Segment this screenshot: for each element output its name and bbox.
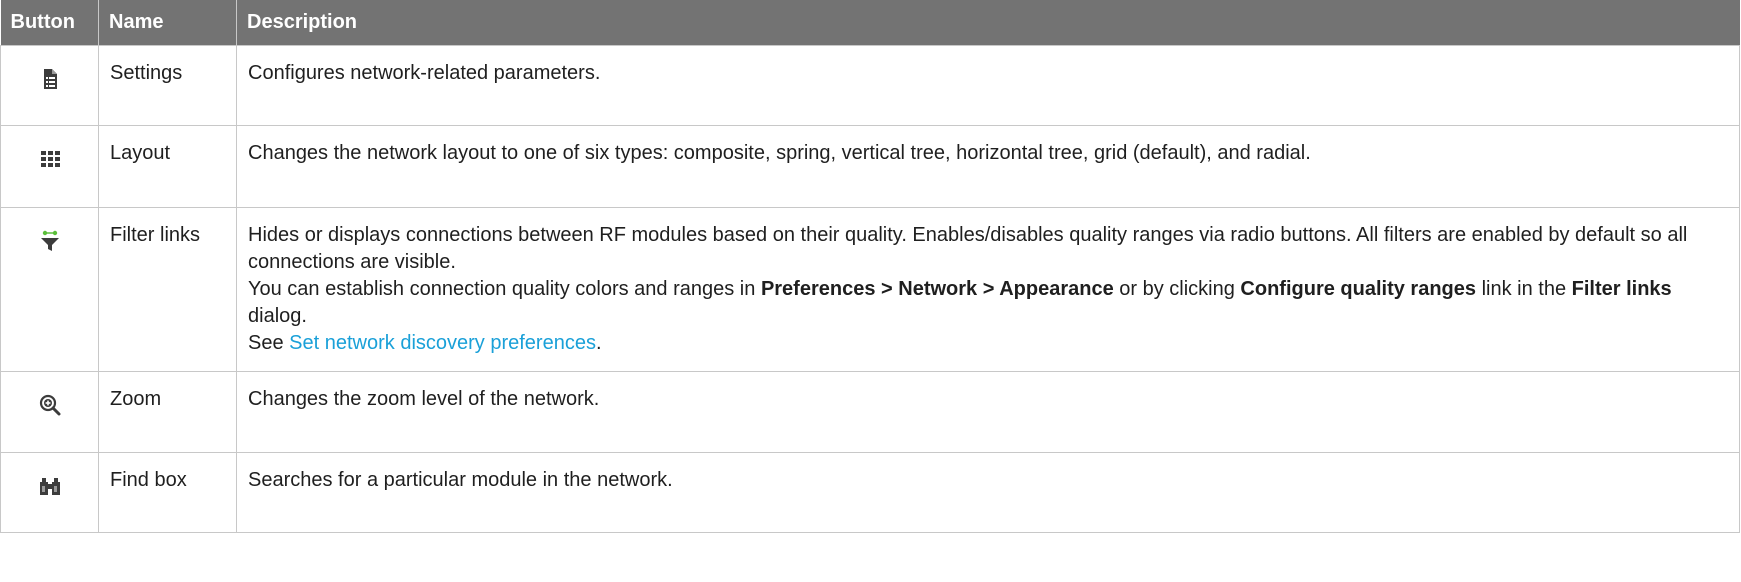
table-row: Layout Changes the network layout to one…: [0, 125, 1740, 208]
description-text: dialog.: [248, 305, 307, 327]
settings-document-icon: [37, 66, 63, 92]
description-text: or by clicking: [1113, 278, 1241, 300]
table-row: Filter links Hides or displays connectio…: [0, 207, 1740, 372]
header-description: Description: [236, 0, 1740, 46]
description-text: link in the: [1476, 278, 1572, 300]
filter-funnel-icon: [37, 228, 63, 254]
menu-path: Preferences > Network > Appearance: [760, 278, 1114, 300]
description-cell: Changes the network layout to one of six…: [236, 125, 1740, 208]
name-cell: Settings: [98, 45, 237, 126]
header-button: Button: [0, 0, 99, 46]
header-name: Name: [98, 0, 237, 46]
toolbar-buttons-table: Button Name Description Settings Configu…: [0, 0, 1740, 533]
button-cell: [0, 371, 99, 453]
button-cell: [0, 452, 99, 533]
button-cell: [0, 125, 99, 208]
name-cell: Zoom: [98, 371, 237, 453]
configure-link-label: Configure quality ranges: [1240, 278, 1477, 300]
button-cell: [0, 207, 99, 372]
button-cell: [0, 45, 99, 126]
table-header-row: Button Name Description: [0, 0, 1740, 46]
name-cell: Filter links: [98, 207, 237, 372]
description-cell: Hides or displays connections between RF…: [236, 207, 1740, 372]
name-cell: Find box: [98, 452, 237, 533]
description-text: Hides or displays connections between RF…: [248, 224, 1688, 273]
description-text: See: [248, 332, 290, 354]
dialog-name: Filter links: [1571, 278, 1672, 300]
description-cell: Configures network-related parameters.: [236, 45, 1740, 126]
name-cell: Layout: [98, 125, 237, 208]
description-cell: Searches for a particular module in the …: [236, 452, 1740, 533]
grid-layout-icon: [37, 146, 63, 172]
description-cell: Changes the zoom level of the network.: [236, 371, 1740, 453]
table-row: Zoom Changes the zoom level of the netwo…: [0, 371, 1740, 453]
zoom-in-icon: [37, 392, 63, 418]
binoculars-icon: [37, 473, 63, 499]
table-row: Find box Searches for a particular modul…: [0, 452, 1740, 533]
description-text: .: [595, 332, 602, 354]
table-row: Settings Configures network-related para…: [0, 45, 1740, 126]
set-network-discovery-link[interactable]: Set network discovery preferences: [289, 332, 596, 354]
description-text: You can establish connection quality col…: [248, 278, 761, 300]
